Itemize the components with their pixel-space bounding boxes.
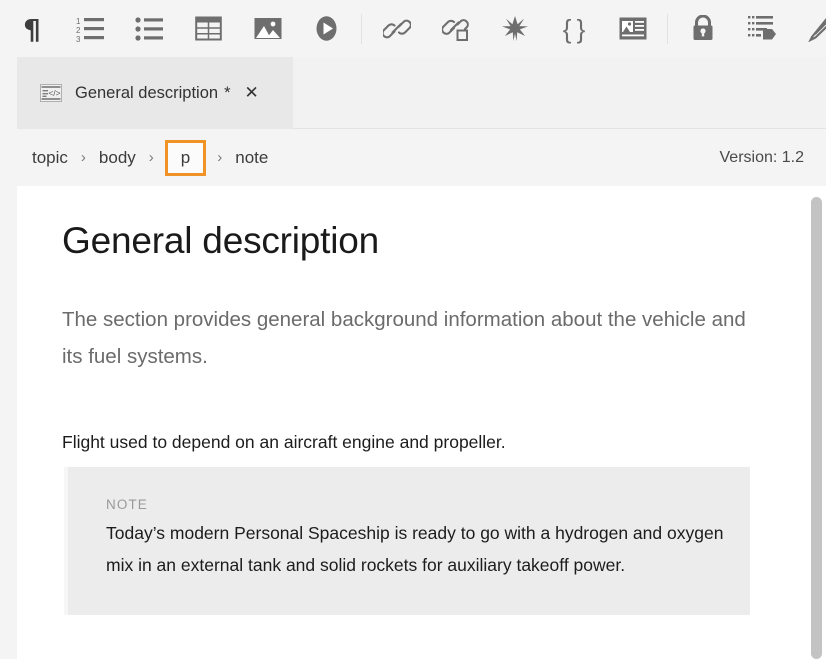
metadata-tag-button[interactable] bbox=[732, 6, 791, 52]
edit-pencil-button[interactable] bbox=[791, 6, 826, 52]
tab-bar: </> General description * ✕ bbox=[0, 57, 826, 129]
ordered-list-icon: 1 2 3 bbox=[76, 16, 106, 42]
document-body: General description The section provides… bbox=[17, 186, 808, 615]
link-button[interactable] bbox=[367, 6, 426, 52]
main-toolbar: ¶ 1 2 3 {} bbox=[0, 0, 826, 57]
tab-label: General description bbox=[75, 83, 219, 102]
link-icon bbox=[382, 16, 411, 42]
page-title[interactable]: General description bbox=[62, 218, 763, 264]
link-object-button[interactable] bbox=[426, 6, 485, 52]
breadcrumb-item-note[interactable]: note bbox=[231, 146, 272, 170]
note-body[interactable]: Today’s modern Personal Spaceship is rea… bbox=[106, 518, 726, 580]
media-play-icon bbox=[313, 15, 340, 42]
scrollbar-thumb[interactable] bbox=[811, 197, 822, 659]
svg-text:3: 3 bbox=[76, 35, 81, 42]
svg-text:{ }: { } bbox=[562, 14, 585, 44]
chevron-right-icon-2: › bbox=[148, 149, 154, 166]
unordered-list-button[interactable] bbox=[120, 6, 179, 52]
breadcrumb-bar: topic › body › p › note Version: 1.2 bbox=[0, 129, 826, 186]
svg-text:2: 2 bbox=[76, 26, 81, 35]
table-button[interactable] bbox=[179, 6, 238, 52]
lock-button[interactable] bbox=[673, 6, 732, 52]
note-label: NOTE bbox=[106, 497, 148, 513]
editor-left-gutter bbox=[0, 186, 17, 659]
xml-document-icon: </> bbox=[40, 84, 62, 102]
image-icon bbox=[254, 17, 282, 41]
edit-pencil-icon bbox=[807, 15, 826, 42]
lock-icon bbox=[691, 15, 715, 42]
chevron-right-icon-1: › bbox=[80, 149, 86, 166]
breadcrumb-item-p[interactable]: p bbox=[164, 139, 207, 176]
curly-braces-button[interactable]: { } bbox=[544, 6, 603, 52]
tab-general-description[interactable]: </> General description * ✕ bbox=[17, 57, 293, 129]
metadata-tag-icon bbox=[747, 15, 776, 42]
image-button[interactable] bbox=[238, 6, 297, 52]
table-icon bbox=[195, 15, 222, 42]
breadcrumb: topic › body › p › note Version: 1.2 bbox=[17, 129, 826, 186]
close-icon[interactable]: ✕ bbox=[245, 84, 259, 102]
paragraph-button[interactable]: ¶ bbox=[2, 6, 61, 52]
editor-scrollbar[interactable] bbox=[808, 186, 826, 659]
version-label: Version: 1.2 bbox=[719, 148, 805, 166]
chevron-right-icon-3: › bbox=[217, 149, 223, 166]
toolbar-separator-2 bbox=[667, 13, 668, 44]
paragraph-p[interactable]: Flight used to depend on an aircraft eng… bbox=[62, 429, 763, 455]
svg-text:¶: ¶ bbox=[23, 15, 41, 43]
figure-button[interactable] bbox=[603, 6, 662, 52]
curly-braces-icon: { } bbox=[560, 14, 588, 44]
editor-canvas[interactable]: General description The section provides… bbox=[17, 186, 808, 659]
figure-icon bbox=[619, 17, 647, 40]
breadcrumb-item-body[interactable]: body bbox=[95, 146, 140, 170]
svg-text:1: 1 bbox=[76, 17, 81, 26]
tab-bar-empty-area bbox=[293, 57, 826, 129]
ordered-list-button[interactable]: 1 2 3 bbox=[61, 6, 120, 52]
short-description[interactable]: The section provides general background … bbox=[62, 302, 752, 375]
asterisk-button[interactable] bbox=[485, 6, 544, 52]
unordered-list-icon bbox=[134, 16, 165, 42]
media-play-button[interactable] bbox=[297, 6, 356, 52]
asterisk-icon bbox=[501, 15, 528, 42]
note-block[interactable]: NOTE Today’s modern Personal Spaceship i… bbox=[64, 467, 750, 615]
breadcrumb-item-topic[interactable]: topic bbox=[28, 146, 72, 170]
tab-dirty-marker: * bbox=[224, 83, 231, 102]
svg-text:</>: </> bbox=[48, 88, 60, 98]
paragraph-icon: ¶ bbox=[19, 15, 45, 43]
link-object-icon bbox=[441, 16, 470, 42]
toolbar-separator-1 bbox=[361, 13, 362, 44]
